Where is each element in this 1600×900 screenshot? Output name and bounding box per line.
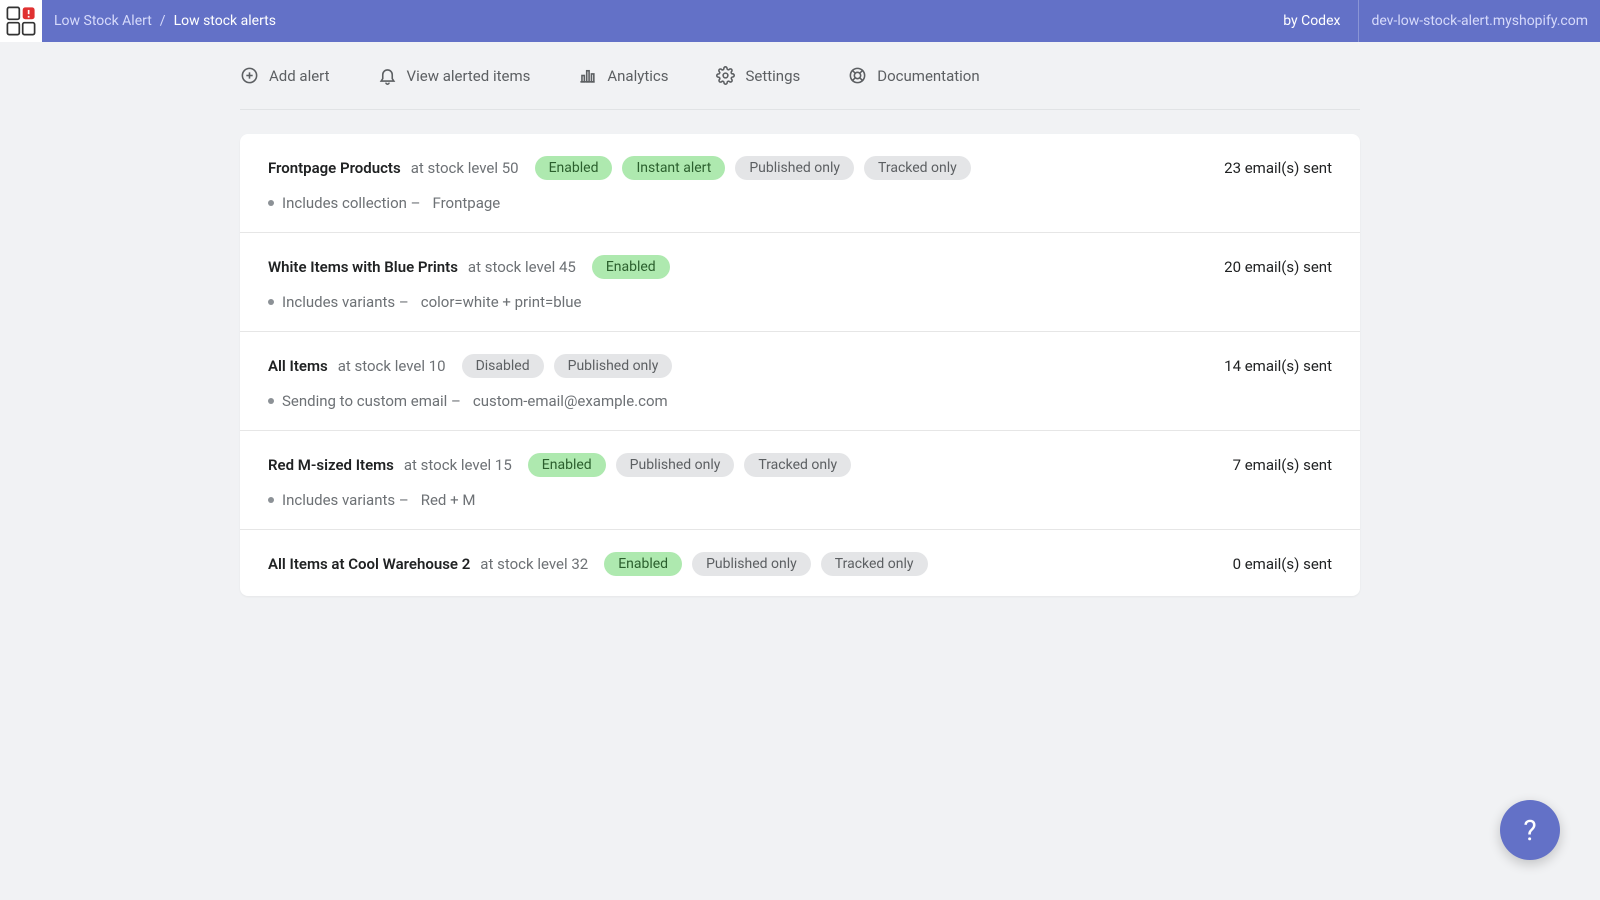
alert-name: Red M-sized Items [268, 456, 394, 474]
topbar-left: Low Stock Alert / Low stock alerts [0, 0, 1265, 42]
sub-value: custom-email@example.com [473, 392, 668, 410]
toolbar-label: View alerted items [407, 67, 531, 85]
toolbar-label: Analytics [607, 67, 668, 85]
alert-subline: Includes collection – Frontpage [268, 194, 1332, 212]
content: Add alert View alerted items Analytics S… [240, 42, 1360, 596]
breadcrumb-separator: / [160, 13, 166, 29]
toolbar: Add alert View alerted items Analytics S… [240, 42, 1360, 110]
alert-name: All Items at Cool Warehouse 2 [268, 555, 470, 573]
alert-subline: Includes variants – color=white + print=b… [268, 293, 1332, 311]
alert-subline: Includes variants – Red + M [268, 491, 1332, 509]
alert-row[interactable]: Frontpage Products at stock level 50 Enabl… [240, 134, 1360, 233]
breadcrumb-current: Low stock alerts [174, 13, 276, 29]
breadcrumb-parent[interactable]: Low Stock Alert [54, 13, 152, 29]
sub-value: color=white + print=blue [421, 293, 582, 311]
tracked-only-badge: Tracked only [744, 453, 851, 477]
documentation-button[interactable]: Documentation [848, 66, 979, 85]
alert-name: Frontpage Products [268, 159, 401, 177]
published-only-badge: Published only [616, 453, 735, 477]
alert-row[interactable]: White Items with Blue Prints at stock lev… [240, 233, 1360, 332]
gear-icon [716, 66, 735, 85]
tracked-only-badge: Tracked only [864, 156, 971, 180]
view-alerted-button[interactable]: View alerted items [378, 66, 531, 85]
alert-level: at stock level 50 [411, 159, 519, 177]
emails-sent: 14 email(s) sent [1224, 357, 1332, 375]
instant-alert-badge: Instant alert [622, 156, 725, 180]
tracked-only-badge: Tracked only [821, 552, 928, 576]
settings-button[interactable]: Settings [716, 66, 800, 85]
alert-name: White Items with Blue Prints [268, 258, 458, 276]
alert-row[interactable]: All Items at stock level 10 Disabled Publis… [240, 332, 1360, 431]
help-fab[interactable]: ? [1500, 800, 1560, 860]
alert-level: at stock level 32 [480, 555, 588, 573]
topbar-right: by Codex dev-low-stock-alert.myshopify.c… [1265, 0, 1600, 42]
emails-sent: 20 email(s) sent [1224, 258, 1332, 276]
sub-value: Frontpage [432, 194, 500, 212]
plus-circle-icon [240, 66, 259, 85]
alert-top: Frontpage Products at stock level 50 Enabl… [268, 156, 1332, 180]
status-badge: Disabled [462, 354, 544, 378]
alert-row[interactable]: All Items at Cool Warehouse 2 at stock le… [240, 530, 1360, 596]
sub-label: Includes variants – [282, 293, 409, 311]
emails-sent: 7 email(s) sent [1233, 456, 1332, 474]
alert-row[interactable]: Red M-sized Items at stock level 15 Enable… [240, 431, 1360, 530]
sub-label: Includes variants – [282, 491, 409, 509]
low-stock-icon [4, 4, 38, 38]
bullet-icon [268, 497, 274, 503]
bullet-icon [268, 398, 274, 404]
status-badge: Enabled [604, 552, 682, 576]
app-logo [0, 0, 42, 42]
toolbar-label: Settings [745, 67, 800, 85]
emails-sent: 23 email(s) sent [1224, 159, 1332, 177]
emails-sent: 0 email(s) sent [1233, 555, 1332, 573]
toolbar-label: Documentation [877, 67, 979, 85]
alert-level: at stock level 45 [468, 258, 576, 276]
published-only-badge: Published only [554, 354, 673, 378]
lifebuoy-icon [848, 66, 867, 85]
bullet-icon [268, 299, 274, 305]
status-badge: Enabled [528, 453, 606, 477]
alert-top: White Items with Blue Prints at stock lev… [268, 255, 1332, 279]
alert-subline: Sending to custom email – custom-email@ex… [268, 392, 1332, 410]
published-only-badge: Published only [735, 156, 854, 180]
byline[interactable]: by Codex [1265, 13, 1358, 29]
alert-level: at stock level 15 [404, 456, 512, 474]
add-alert-button[interactable]: Add alert [240, 66, 330, 85]
alert-level: at stock level 10 [338, 357, 446, 375]
alert-name: All Items [268, 357, 328, 375]
sub-value: Red + M [421, 491, 476, 509]
alert-top: Red M-sized Items at stock level 15 Enable… [268, 453, 1332, 477]
bullet-icon [268, 200, 274, 206]
help-icon: ? [1523, 814, 1536, 847]
breadcrumb: Low Stock Alert / Low stock alerts [54, 13, 276, 29]
bell-icon [378, 66, 397, 85]
status-badge: Enabled [535, 156, 613, 180]
toolbar-label: Add alert [269, 67, 330, 85]
published-only-badge: Published only [692, 552, 811, 576]
alerts-list: Frontpage Products at stock level 50 Enabl… [240, 134, 1360, 596]
sub-label: Sending to custom email – [282, 392, 461, 410]
alert-top: All Items at Cool Warehouse 2 at stock le… [268, 552, 1332, 576]
bar-chart-icon [578, 66, 597, 85]
status-badge: Enabled [592, 255, 670, 279]
topbar: Low Stock Alert / Low stock alerts by Co… [0, 0, 1600, 42]
shop-domain[interactable]: dev-low-stock-alert.myshopify.com [1358, 0, 1600, 42]
analytics-button[interactable]: Analytics [578, 66, 668, 85]
alert-top: All Items at stock level 10 Disabled Publis… [268, 354, 1332, 378]
sub-label: Includes collection – [282, 194, 420, 212]
